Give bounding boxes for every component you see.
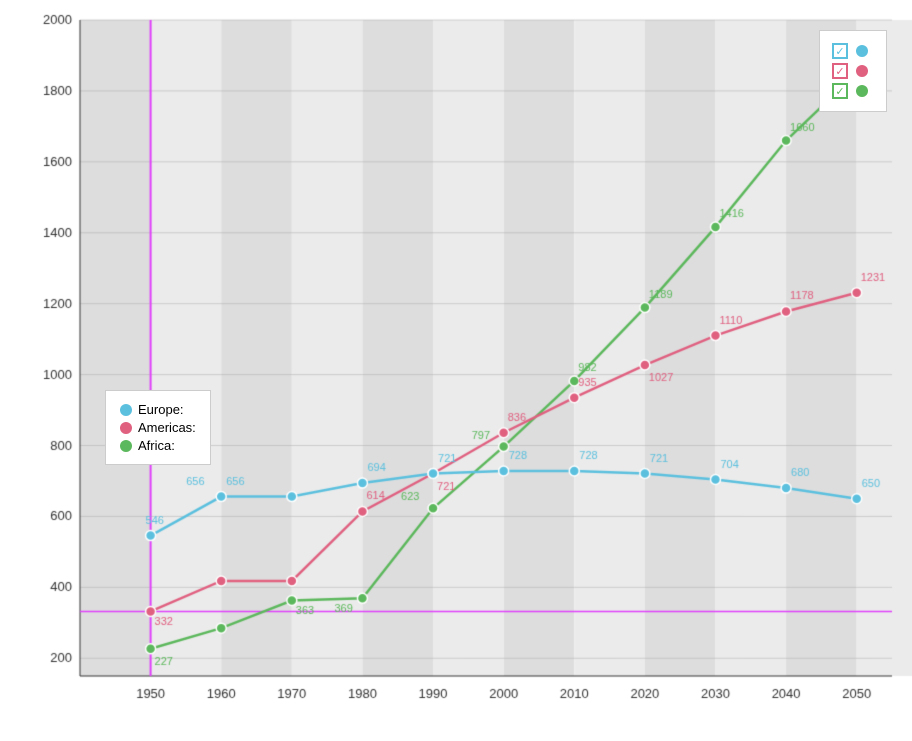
- legend-dot-africa: [856, 85, 868, 97]
- legend-checkbox-africa[interactable]: ✓: [832, 83, 848, 99]
- tooltip-europe: Europe:: [120, 402, 196, 417]
- legend-box: ✓ ✓ ✓: [819, 30, 887, 112]
- tooltip-dot-americas: [120, 422, 132, 434]
- tooltip-dot-africa: [120, 440, 132, 452]
- tooltip-africa-label: Africa:: [138, 438, 175, 453]
- tooltip-africa: Africa:: [120, 438, 196, 453]
- legend-dot-europe: [856, 45, 868, 57]
- main-chart-canvas[interactable]: [0, 0, 912, 736]
- tooltip-europe-label: Europe:: [138, 402, 184, 417]
- legend-dot-americas: [856, 65, 868, 77]
- legend-item-europe[interactable]: ✓: [832, 43, 874, 59]
- legend-checkbox-europe[interactable]: ✓: [832, 43, 848, 59]
- tooltip-box: Europe: Americas: Africa:: [105, 390, 211, 465]
- legend-item-africa[interactable]: ✓: [832, 83, 874, 99]
- tooltip-dot-europe: [120, 404, 132, 416]
- chart-container: ✓ ✓ ✓ Europe: Americas: Africa:: [0, 0, 912, 736]
- tooltip-americas-label: Americas:: [138, 420, 196, 435]
- tooltip-americas: Americas:: [120, 420, 196, 435]
- legend-checkbox-americas[interactable]: ✓: [832, 63, 848, 79]
- legend-item-americas[interactable]: ✓: [832, 63, 874, 79]
